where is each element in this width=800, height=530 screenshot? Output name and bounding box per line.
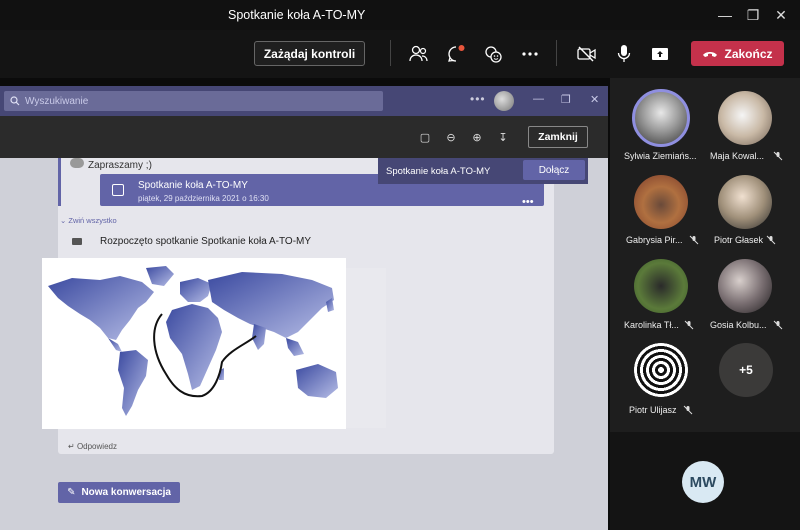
more-icon: ••• [470, 92, 486, 106]
title-bar: Spotkanie koła A-TO-MY — ❐ ✕ [0, 0, 800, 30]
teams-meeting-window: Spotkanie koła A-TO-MY — ❐ ✕ Zażądaj kon… [0, 0, 800, 530]
mic-off-icon [689, 235, 699, 245]
mic-off-icon [684, 320, 694, 330]
compose-icon: ✎ [67, 487, 76, 498]
mic-off-icon [773, 320, 783, 330]
search-icon [10, 96, 20, 106]
world-map-image [42, 258, 346, 429]
thread-bar [58, 158, 61, 206]
new-conversation-label: Nowa konwersacja [81, 487, 171, 498]
participant-avatar-maja[interactable] [718, 91, 772, 145]
meeting-toolbar [0, 30, 800, 78]
end-call-label: Zakończ [724, 46, 773, 61]
event-date: piątek, 29 października 2021 o 16:30 [138, 194, 269, 203]
self-avatar: MW [682, 461, 724, 503]
phone-hangup-icon [703, 51, 718, 57]
participant-name: Maja Kowal... [710, 151, 765, 161]
participant-name: Piotr Ulijasz [629, 405, 677, 415]
calendar-icon [112, 184, 124, 196]
participant-avatar-piotr-u[interactable] [634, 343, 688, 397]
join-button: Dołącz [523, 160, 585, 180]
avatar [494, 91, 514, 111]
close-viewer-button: Zamknij [528, 126, 588, 148]
shared-title-bar: Wyszukiwanie ••• — ❐ ✕ [0, 86, 608, 116]
fit-screen-icon: ▢ [419, 131, 431, 144]
avatar [70, 158, 84, 168]
minimize-icon: — [533, 93, 544, 105]
participant-avatar-gosia[interactable] [718, 259, 772, 313]
window-title: Spotkanie koła A-TO-MY [228, 8, 366, 22]
participant-avatar-karolinka[interactable] [634, 259, 688, 313]
request-control-button[interactable]: Zażądaj kontroli [254, 41, 365, 66]
restore-icon[interactable]: ❐ [744, 6, 762, 24]
people-icon[interactable] [407, 42, 431, 66]
zoom-in-icon: ⊕ [472, 131, 482, 144]
minimize-icon[interactable]: — [716, 6, 734, 24]
collapse-all-label: Zwiń wszystko [68, 216, 117, 225]
microphone-icon[interactable] [612, 42, 636, 66]
search-placeholder: Wyszukiwanie [25, 95, 89, 107]
shared-search-bar: Wyszukiwanie [4, 91, 383, 111]
participant-name: Piotr Głasek [714, 235, 764, 245]
mic-off-icon [773, 151, 783, 161]
more-icon: ••• [522, 196, 534, 208]
participant-avatar-piotr-g[interactable] [718, 175, 772, 229]
restore-icon: ❐ [561, 94, 571, 106]
participant-avatar-sylwia[interactable] [632, 89, 690, 147]
meeting-started-message: Rozpoczęto spotkanie Spotkanie koła A-TO… [100, 236, 312, 247]
zoom-out-icon: ⊖ [446, 131, 456, 144]
more-options-icon[interactable] [518, 42, 542, 66]
participant-name: Sylwia Ziemiańs... [624, 151, 697, 161]
mic-off-icon [683, 405, 693, 415]
close-icon[interactable]: ✕ [772, 6, 790, 24]
collapse-all-link: ⌄ Zwiń wszystko [60, 216, 117, 225]
viewer-toolbar [0, 116, 608, 158]
mic-off-icon [766, 235, 776, 245]
participant-avatar-gabrysia[interactable] [634, 175, 688, 229]
reply-link: ↵ Odpowiedz [68, 442, 117, 451]
close-icon: ✕ [590, 94, 600, 106]
camera-icon [72, 238, 82, 245]
share-screen-icon[interactable] [648, 42, 672, 66]
participant-name: Gabrysia Pir... [626, 235, 683, 245]
reply-label: Odpowiedz [76, 442, 117, 451]
download-icon: ↧ [498, 131, 508, 144]
more-participants-button[interactable]: +5 [719, 343, 773, 397]
map-background [346, 268, 386, 428]
participant-name: Gosia Kolbu... [710, 320, 767, 330]
notification-text: Spotkanie koła A-TO-MY [386, 166, 491, 177]
welcome-message: Zapraszamy ;) [88, 160, 152, 171]
participant-name: Karolinka Tł... [624, 320, 679, 330]
camera-off-icon[interactable] [575, 42, 599, 66]
reactions-icon[interactable] [481, 42, 505, 66]
toolbar-divider [390, 40, 391, 66]
end-call-button[interactable]: Zakończ [691, 41, 784, 66]
toolbar-divider [556, 40, 557, 66]
chat-icon[interactable] [444, 42, 468, 66]
new-conversation-button: ✎ Nowa konwersacja [58, 482, 180, 503]
event-title: Spotkanie koła A-TO-MY [138, 180, 248, 191]
